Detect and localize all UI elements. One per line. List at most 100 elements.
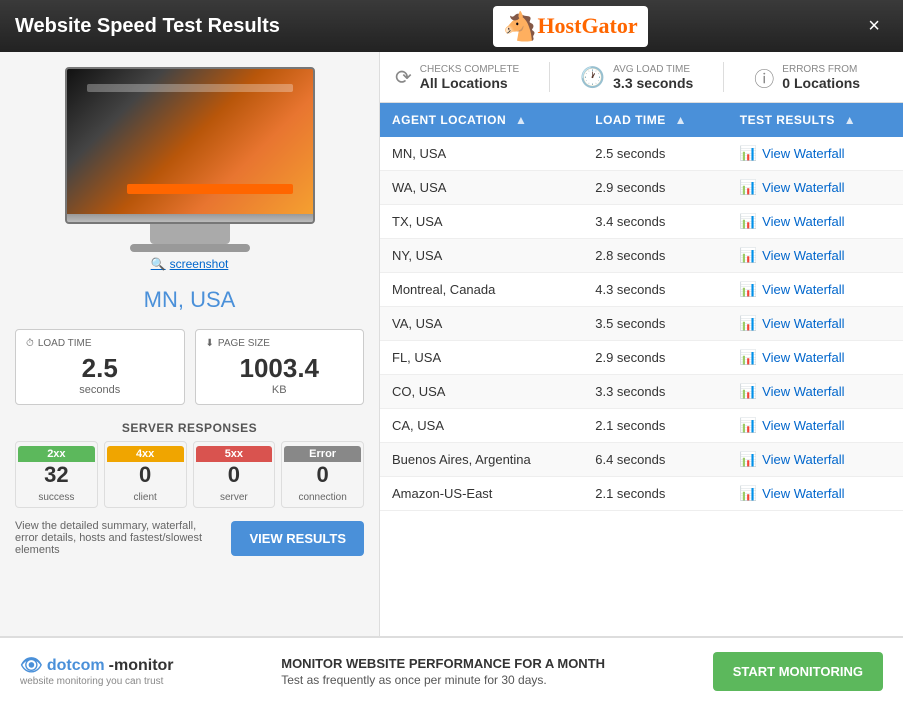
bar-chart-icon-4: 📊 — [740, 281, 757, 298]
response-box-4xx: 4xx 0 client — [104, 441, 187, 508]
cell-load-time-9: 6.4 seconds — [583, 443, 728, 477]
view-waterfall-link-7[interactable]: 📊 View Waterfall — [740, 383, 891, 400]
view-waterfall-link-4[interactable]: 📊 View Waterfall — [740, 281, 891, 298]
close-button[interactable]: × — [860, 11, 888, 42]
response-box-2xx: 2xx 32 success — [15, 441, 98, 508]
footer: 👁 dotcom-monitor website monitoring you … — [0, 636, 903, 704]
resp-count-2: 0 — [196, 462, 273, 488]
cell-location-6: FL, USA — [380, 341, 583, 375]
resp-count-1: 0 — [107, 462, 184, 488]
bar-chart-icon-5: 📊 — [740, 315, 757, 332]
view-results-text: View the detailed summary, waterfall, er… — [15, 520, 216, 556]
th-load-time[interactable]: LOAD TIME ▲ — [583, 103, 728, 137]
header-row: AGENT LOCATION ▲ LOAD TIME ▲ TEST RESULT… — [380, 103, 903, 137]
cell-location-3: NY, USA — [380, 239, 583, 273]
download-icon: ⬇ — [206, 338, 214, 349]
bar-chart-icon-2: 📊 — [740, 213, 757, 230]
brand-tagline: website monitoring you can trust — [20, 676, 174, 687]
resp-sub-0: success — [38, 492, 74, 503]
view-waterfall-link-0[interactable]: 📊 View Waterfall — [740, 145, 891, 162]
checks-complete-info: CHECKS COMPLETE All Locations — [420, 64, 519, 91]
stat-divider-1 — [549, 62, 550, 92]
view-results-button[interactable]: VIEW RESULTS — [231, 521, 364, 556]
eye-icon: 👁 — [20, 655, 43, 676]
avg-load-info: AVG LOAD TIME 3.3 seconds — [613, 64, 693, 91]
view-waterfall-link-6[interactable]: 📊 View Waterfall — [740, 349, 891, 366]
monitor-bottom-bar — [67, 214, 313, 222]
table-row: WA, USA 2.9 seconds 📊 View Waterfall — [380, 171, 903, 205]
spinner-icon: ⟳ — [395, 65, 412, 90]
avg-load-stat: 🕐 AVG LOAD TIME 3.3 seconds — [580, 64, 693, 91]
view-waterfall-link-2[interactable]: 📊 View Waterfall — [740, 213, 891, 230]
errors-value: 0 Locations — [782, 75, 860, 91]
table-row: FL, USA 2.9 seconds 📊 View Waterfall — [380, 341, 903, 375]
cell-location-1: WA, USA — [380, 171, 583, 205]
logo-container: 🐴 HostGator — [493, 6, 648, 47]
table-row: VA, USA 3.5 seconds 📊 View Waterfall — [380, 307, 903, 341]
main-layout: 🔍 screenshot MN, USA ⏱ LOAD TIME 2.5 sec… — [0, 52, 903, 636]
promo-text: Test as frequently as once per minute fo… — [281, 673, 546, 687]
monitor-display — [65, 67, 315, 224]
logo-horse-icon: 🐴 — [503, 10, 538, 43]
view-waterfall-link-5[interactable]: 📊 View Waterfall — [740, 315, 891, 332]
resp-label-2: 5xx — [196, 446, 273, 462]
cell-location-7: CO, USA — [380, 375, 583, 409]
th-agent-location[interactable]: AGENT LOCATION ▲ — [380, 103, 583, 137]
page-title: Website Speed Test Results — [15, 15, 280, 38]
screenshot-link[interactable]: 🔍 screenshot — [151, 257, 229, 271]
clock-icon: ⏱ — [26, 338, 34, 349]
table-scroll-container[interactable]: AGENT LOCATION ▲ LOAD TIME ▲ TEST RESULT… — [380, 103, 903, 636]
cell-load-time-1: 2.9 seconds — [583, 171, 728, 205]
resp-label-0: 2xx — [18, 446, 95, 462]
resp-label-3: Error — [284, 446, 361, 462]
cell-location-4: Montreal, Canada — [380, 273, 583, 307]
left-panel: 🔍 screenshot MN, USA ⏱ LOAD TIME 2.5 sec… — [0, 52, 380, 636]
cell-location-0: MN, USA — [380, 137, 583, 171]
bar-chart-icon-9: 📊 — [740, 451, 757, 468]
monitor-base — [130, 244, 250, 252]
resp-sub-3: connection — [298, 492, 346, 503]
load-time-box: ⏱ LOAD TIME 2.5 seconds — [15, 329, 185, 405]
warning-icon: ⓘ — [754, 63, 774, 92]
start-monitoring-button[interactable]: START MONITORING — [713, 652, 883, 691]
load-time-label: ⏱ LOAD TIME — [26, 338, 174, 349]
cell-test-results-8: 📊 View Waterfall — [728, 409, 903, 443]
view-waterfall-link-3[interactable]: 📊 View Waterfall — [740, 247, 891, 264]
monitor-stand — [150, 224, 230, 244]
load-time-unit: seconds — [26, 384, 174, 396]
table-row: MN, USA 2.5 seconds 📊 View Waterfall — [380, 137, 903, 171]
bar-chart-icon-8: 📊 — [740, 417, 757, 434]
view-waterfall-link-9[interactable]: 📊 View Waterfall — [740, 451, 891, 468]
sort-icon-load: ▲ — [675, 113, 687, 127]
dotcom-text: dotcom — [47, 657, 105, 675]
bar-chart-icon-7: 📊 — [740, 383, 757, 400]
cell-location-2: TX, USA — [380, 205, 583, 239]
cell-test-results-3: 📊 View Waterfall — [728, 239, 903, 273]
cell-test-results-2: 📊 View Waterfall — [728, 205, 903, 239]
bar-chart-icon-6: 📊 — [740, 349, 757, 366]
monitor-screen — [67, 69, 313, 214]
table-row: NY, USA 2.8 seconds 📊 View Waterfall — [380, 239, 903, 273]
responses-grid: 2xx 32 success 4xx 0 client 5xx 0 server… — [15, 441, 364, 508]
right-panel: ⟳ CHECKS COMPLETE All Locations 🕐 AVG LO… — [380, 52, 903, 636]
title-bar-left: Website Speed Test Results — [15, 15, 280, 38]
cell-test-results-7: 📊 View Waterfall — [728, 375, 903, 409]
cell-test-results-10: 📊 View Waterfall — [728, 477, 903, 511]
view-waterfall-link-1[interactable]: 📊 View Waterfall — [740, 179, 891, 196]
bar-chart-icon-3: 📊 — [740, 247, 757, 264]
cell-load-time-0: 2.5 seconds — [583, 137, 728, 171]
cell-test-results-4: 📊 View Waterfall — [728, 273, 903, 307]
table-row: Buenos Aires, Argentina 6.4 seconds 📊 Vi… — [380, 443, 903, 477]
resp-count-0: 32 — [18, 462, 95, 488]
th-test-results[interactable]: TEST RESULTS ▲ — [728, 103, 903, 137]
resp-count-3: 0 — [284, 462, 361, 488]
checks-complete-stat: ⟳ CHECKS COMPLETE All Locations — [395, 64, 519, 91]
sort-icon-location: ▲ — [515, 113, 527, 127]
view-waterfall-link-10[interactable]: 📊 View Waterfall — [740, 485, 891, 502]
view-waterfall-link-8[interactable]: 📊 View Waterfall — [740, 417, 891, 434]
server-responses-title: SERVER RESPONSES — [122, 421, 257, 435]
footer-brand: 👁 dotcom-monitor website monitoring you … — [20, 655, 174, 687]
cell-test-results-6: 📊 View Waterfall — [728, 341, 903, 375]
metrics-row: ⏱ LOAD TIME 2.5 seconds ⬇ PAGE SIZE 1003… — [15, 329, 364, 405]
errors-stat: ⓘ ERRORS FROM 0 Locations — [754, 63, 860, 92]
